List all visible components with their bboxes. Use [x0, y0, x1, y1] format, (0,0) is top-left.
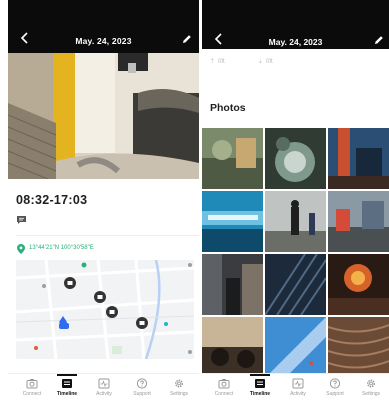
tab-label: Activity [290, 391, 306, 397]
photo-thumbnail[interactable] [202, 317, 263, 378]
photo-thumbnail[interactable] [265, 191, 326, 252]
tab-label: Connect [214, 391, 234, 397]
activity-icon [98, 378, 110, 389]
tab-activity[interactable]: Activity [280, 378, 316, 397]
help-icon [136, 378, 148, 389]
camera-icon [26, 379, 38, 389]
tab-label: Activity [96, 391, 112, 397]
photo-thumbnail[interactable] [265, 254, 326, 315]
bottom-tab-bar: Connect Timeline Activity Support Settin… [202, 373, 389, 403]
map-marker-icon[interactable] [64, 277, 76, 289]
tab-connect[interactable]: Connect [14, 378, 50, 397]
activity-icon [292, 378, 304, 389]
tab-label: Settings [169, 391, 189, 397]
photo-thumbnail[interactable] [265, 128, 326, 189]
help-icon [329, 378, 341, 389]
photo-thumbnail[interactable] [328, 317, 389, 378]
stat-value: 0ft [218, 59, 225, 65]
comment-icon[interactable] [16, 215, 27, 225]
edit-pencil-icon[interactable] [373, 34, 385, 46]
location-pin-icon [17, 244, 25, 254]
photo-thumbnail[interactable] [265, 317, 326, 378]
tab-support[interactable]: Support [124, 378, 160, 397]
map-marker-icon[interactable] [106, 306, 118, 318]
elevation-stats: ⇡ 0ft ⇣ 0ft [202, 49, 389, 71]
map-marker-icon[interactable] [94, 291, 106, 303]
stat-icon: ⇣ [258, 59, 264, 65]
tab-connect[interactable]: Connect [206, 378, 242, 397]
camera-icon [218, 379, 230, 389]
bottom-tab-bar: Connect Timeline Activity Support Settin… [8, 373, 199, 403]
photo-thumbnail[interactable] [202, 128, 263, 189]
top-bar: May. 24, 2023 [8, 0, 199, 56]
tab-settings[interactable]: Settings [353, 378, 389, 397]
location-coordinates: 13°44'21"N 100°30'58"E [29, 245, 94, 251]
tab-activity[interactable]: Activity [86, 378, 122, 397]
day-photos-screen: May. 24, 2023 ⇡ 0ft ⇣ 0ft Photos Connect… [202, 0, 389, 403]
photo-thumbnail[interactable] [202, 254, 263, 315]
stat-value: 0ft [266, 59, 273, 65]
location-map[interactable] [16, 260, 194, 359]
photos-section-title: Photos [210, 102, 246, 114]
tab-label: Timeline [56, 391, 78, 397]
gear-icon [174, 379, 184, 388]
tab-label: Support [133, 391, 151, 397]
gear-icon [366, 379, 376, 388]
edit-pencil-icon[interactable] [181, 33, 193, 45]
photo-thumbnail[interactable] [328, 191, 389, 252]
map-marker-icon[interactable] [136, 317, 148, 329]
tab-label: Connect [22, 391, 42, 397]
timeline-icon [255, 379, 265, 388]
tab-timeline[interactable]: Timeline [49, 374, 85, 397]
time-range: 08:32-17:03 [16, 193, 88, 207]
photo-thumbnail[interactable] [328, 128, 389, 189]
tab-timeline[interactable]: Timeline [242, 374, 278, 397]
tab-support[interactable]: Support [317, 378, 353, 397]
photo-thumbnail[interactable] [328, 254, 389, 315]
photo-grid [202, 128, 389, 378]
stat-icon: ⇡ [210, 59, 216, 65]
tab-label: Support [326, 391, 344, 397]
hero-photo[interactable] [8, 53, 199, 179]
day-detail-screen: May. 24, 2023 08:32-17:03 13°44'21"N 100… [8, 0, 199, 403]
app-composite: May. 24, 2023 08:32-17:03 13°44'21"N 100… [0, 0, 389, 403]
page-title: May. 24, 2023 [75, 36, 132, 46]
tab-label: Settings [361, 391, 381, 397]
tab-label: Timeline [249, 391, 271, 397]
timeline-icon [62, 379, 72, 388]
page-title: May. 24, 2023 [268, 37, 323, 47]
photo-thumbnail[interactable] [202, 191, 263, 252]
divider [16, 235, 199, 236]
tab-settings[interactable]: Settings [161, 378, 197, 397]
